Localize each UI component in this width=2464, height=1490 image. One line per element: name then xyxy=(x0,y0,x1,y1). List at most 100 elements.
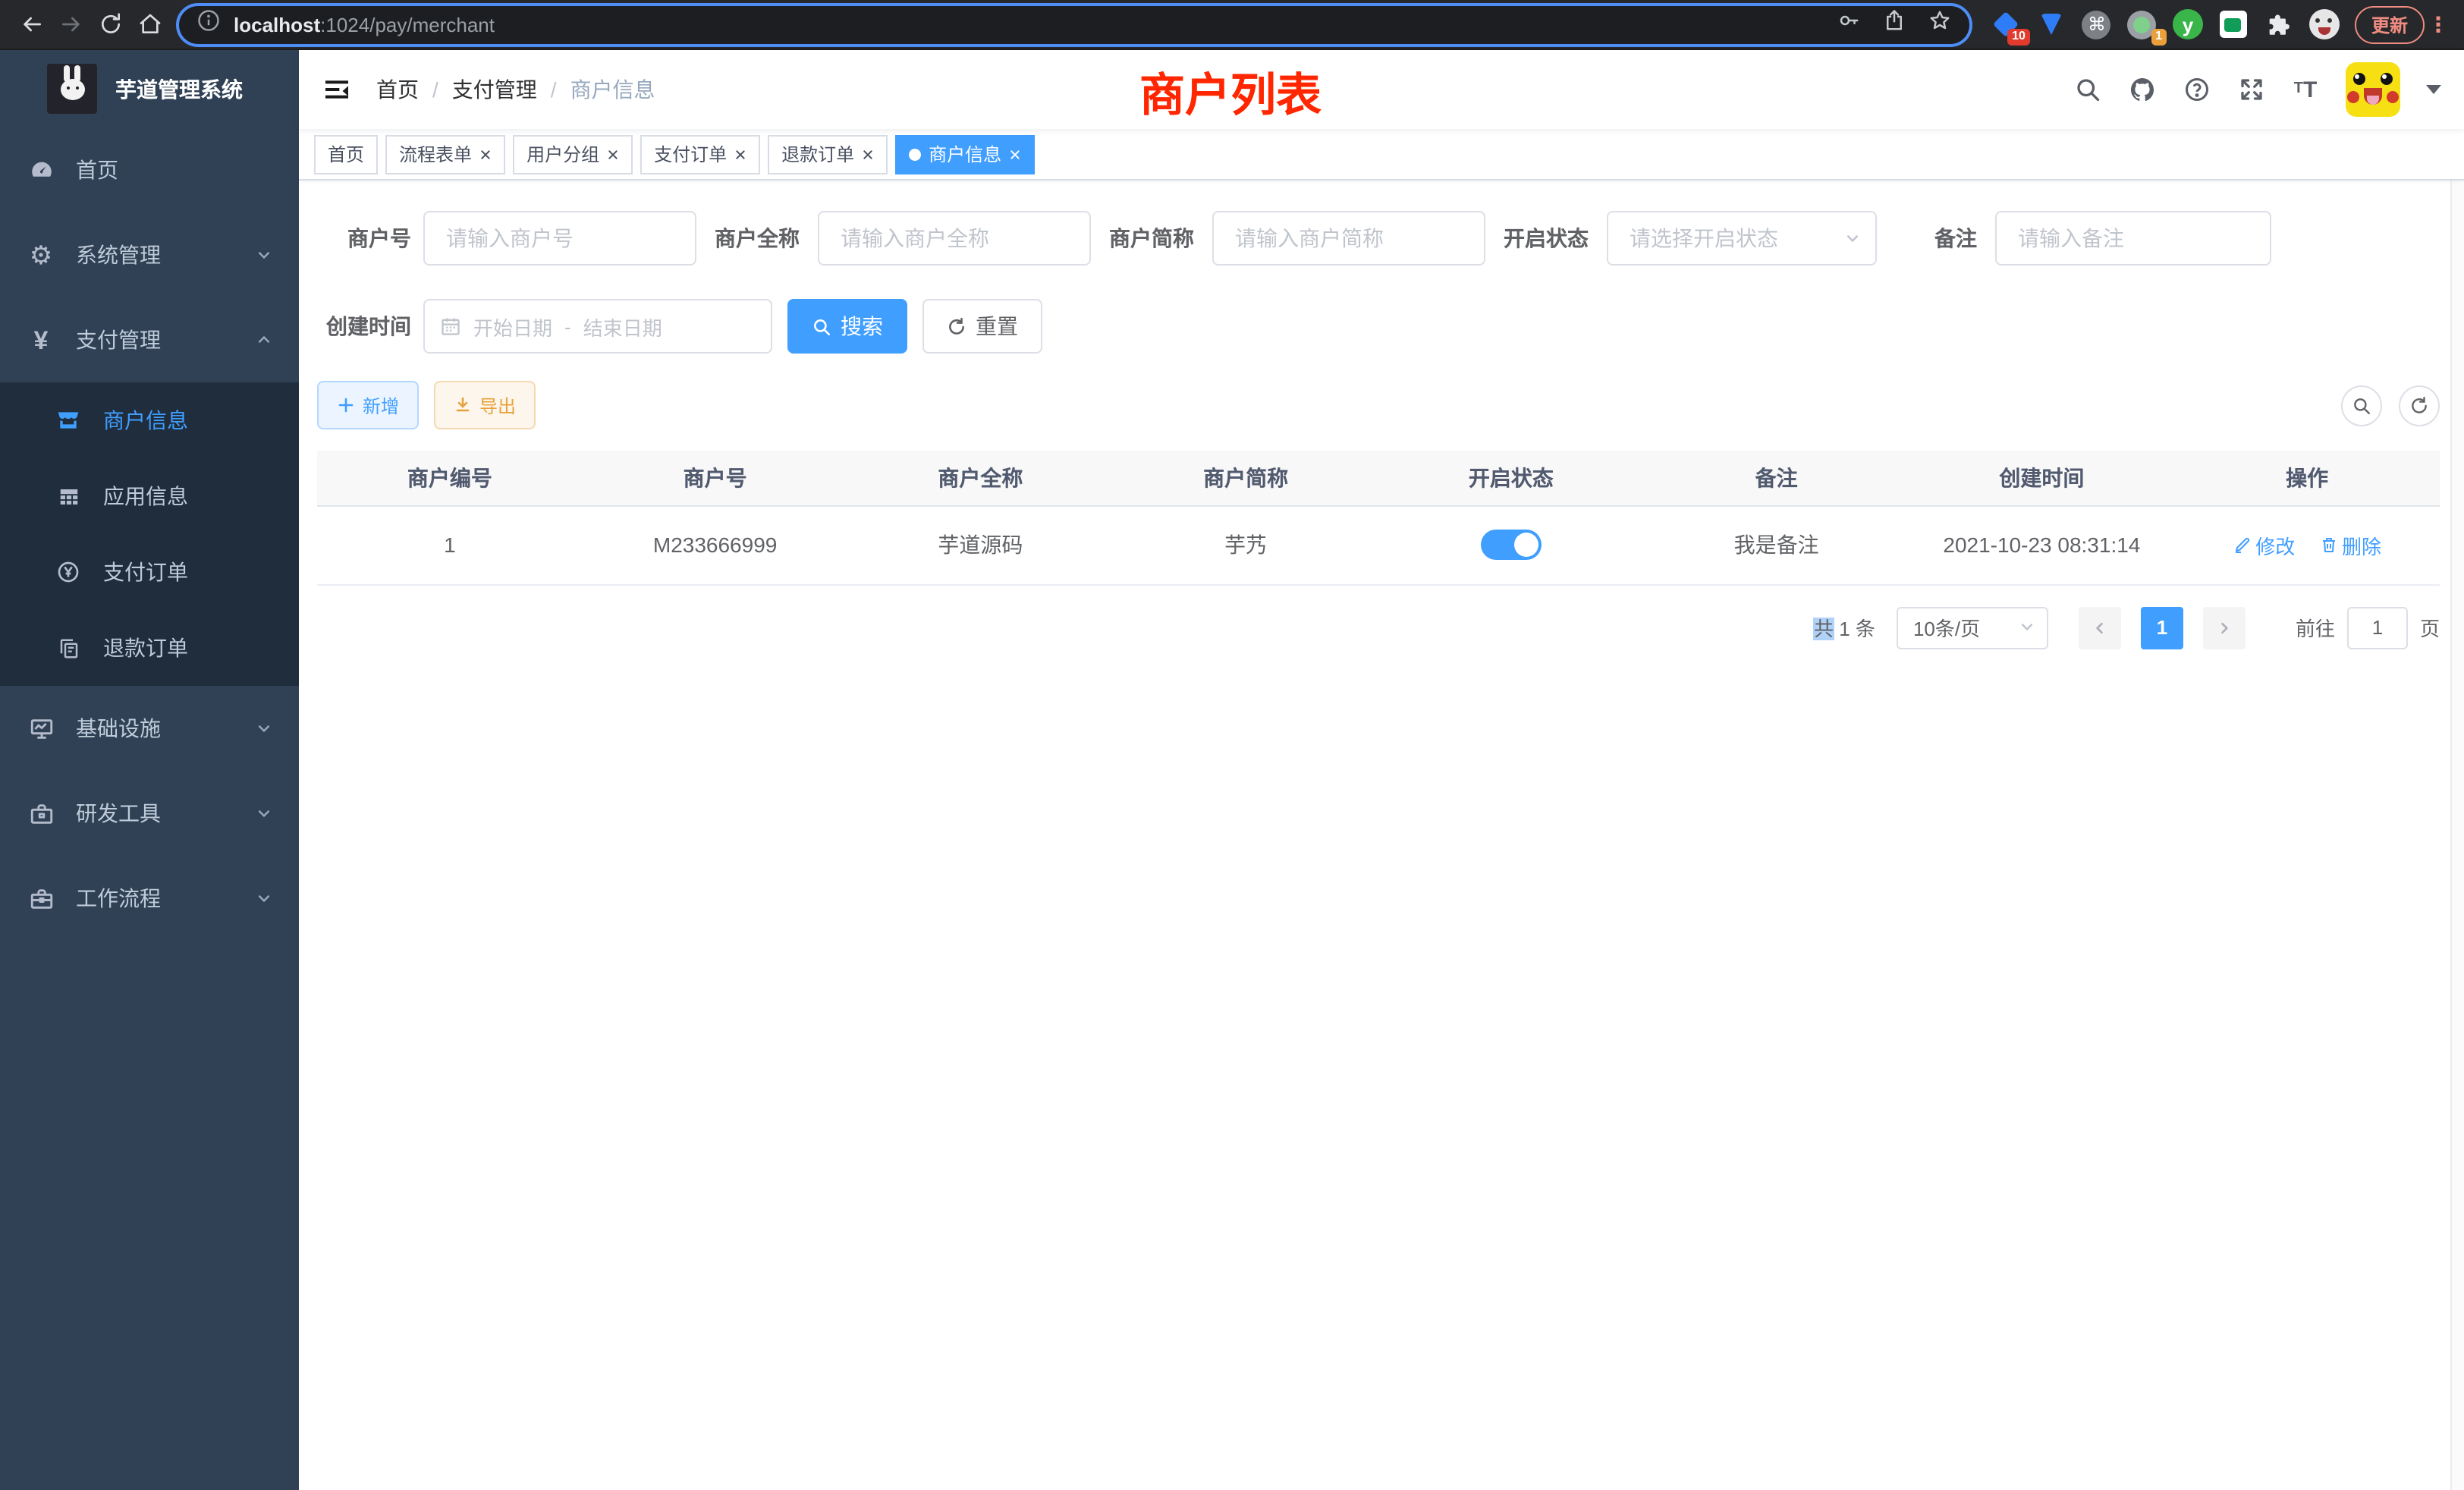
logo-avatar xyxy=(47,64,97,114)
breadcrumb-item-payment[interactable]: 支付管理 xyxy=(452,74,537,105)
close-icon[interactable] xyxy=(479,148,492,160)
prev-page-button[interactable] xyxy=(2079,606,2121,649)
bookmark-star-icon[interactable] xyxy=(1928,9,1951,39)
extensions-puzzle-icon[interactable] xyxy=(2264,9,2294,39)
recorder-extension-icon[interactable]: 1 xyxy=(2127,9,2158,39)
url-text: localhost:1024/pay/merchant xyxy=(234,13,495,36)
password-key-icon[interactable] xyxy=(1837,9,1860,39)
command-extension-icon[interactable]: ⌘ xyxy=(2082,9,2112,39)
sidebar-item-label: 研发工具 xyxy=(76,798,161,828)
browser-forward-button[interactable] xyxy=(52,5,91,44)
sidebar-item-dev-tools[interactable]: 研发工具 xyxy=(0,771,299,856)
chat-extension-icon[interactable] xyxy=(2218,9,2249,39)
status-toggle[interactable] xyxy=(1481,530,1542,560)
tab-label: 退款订单 xyxy=(781,141,854,167)
short-name-input[interactable] xyxy=(1212,211,1485,266)
url-path: :1024/pay/merchant xyxy=(320,13,495,36)
github-icon[interactable] xyxy=(2127,75,2156,104)
address-bar[interactable]: localhost:1024/pay/merchant xyxy=(179,5,1969,43)
toolbox-icon xyxy=(27,800,55,827)
pagination-total-text: 1 条 xyxy=(1839,618,1875,640)
export-button[interactable]: 导出 xyxy=(434,381,536,429)
red-annotation-text: 商户列表 xyxy=(1139,58,1322,124)
fullscreen-icon[interactable] xyxy=(2236,75,2265,104)
edit-link[interactable]: 修改 xyxy=(2233,530,2295,559)
tab-refund-orders[interactable]: 退款订单 xyxy=(768,134,888,174)
search-button[interactable]: 搜索 xyxy=(787,299,907,354)
close-icon[interactable] xyxy=(862,148,874,160)
remark-input[interactable] xyxy=(1995,211,2271,266)
app-logo[interactable]: 芋道管理系统 xyxy=(0,50,299,123)
merchant-no-input[interactable] xyxy=(423,211,696,266)
help-icon[interactable] xyxy=(2182,75,2211,104)
cell-remark: 我是备注 xyxy=(1644,505,1909,584)
tab-label: 商户信息 xyxy=(929,141,1001,167)
font-size-icon[interactable]: TT xyxy=(2291,75,2320,104)
browser-update-button[interactable]: 更新 xyxy=(2355,5,2425,43)
browser-back-button[interactable] xyxy=(12,5,52,44)
next-page-button[interactable] xyxy=(2203,606,2246,649)
close-icon[interactable] xyxy=(1009,148,1021,160)
calendar-icon xyxy=(440,316,461,337)
tab-user-group[interactable]: 用户分组 xyxy=(513,134,633,174)
current-page-button[interactable]: 1 xyxy=(2141,606,2183,649)
tab-home[interactable]: 首页 xyxy=(314,134,378,174)
site-info-icon[interactable] xyxy=(197,9,220,39)
show-search-button[interactable] xyxy=(2341,385,2382,426)
sidebar-item-system[interactable]: ⚙ 系统管理 xyxy=(0,212,299,297)
gem-extension-icon[interactable] xyxy=(2036,9,2066,39)
profile-avatar-icon[interactable] xyxy=(2309,9,2340,39)
sidebar-item-home[interactable]: 首页 xyxy=(0,127,299,212)
tab-merchant-info[interactable]: 商户信息 xyxy=(895,134,1035,174)
full-name-label: 商户全称 xyxy=(696,223,818,253)
breadcrumb-item-merchant-info: 商户信息 xyxy=(570,74,655,105)
page-size-select[interactable]: 10条/页 xyxy=(1897,606,2048,649)
chevron-down-icon xyxy=(256,243,272,267)
breadcrumb-separator: / xyxy=(432,77,438,102)
browser-home-button[interactable] xyxy=(130,5,170,44)
add-button[interactable]: 新增 xyxy=(317,381,419,429)
sidebar-item-payment[interactable]: ¥ 支付管理 xyxy=(0,297,299,382)
sidebar-item-app-info[interactable]: 应用信息 xyxy=(0,458,299,534)
column-short-name: 商户简称 xyxy=(1113,451,1378,505)
briefcase-icon xyxy=(27,885,55,912)
refresh-button[interactable] xyxy=(2399,385,2440,426)
sidebar-item-infrastructure[interactable]: 基础设施 xyxy=(0,686,299,771)
payment-submenu: 商户信息 应用信息 支付订单 xyxy=(0,382,299,686)
create-time-range-input[interactable]: 开始日期 - 结束日期 xyxy=(423,299,772,354)
sidebar-menu: 首页 ⚙ 系统管理 ¥ 支付管理 xyxy=(0,127,299,941)
table-row: 1 M233666999 芋道源码 芋艿 我是备注 2021-10-23 08:… xyxy=(317,505,2440,584)
browser-refresh-button[interactable] xyxy=(91,5,130,44)
close-icon[interactable] xyxy=(734,148,746,160)
reset-button[interactable]: 重置 xyxy=(922,299,1042,354)
browser-menu-icon[interactable]: ⋮ xyxy=(2425,11,2452,37)
search-icon[interactable] xyxy=(2073,75,2101,104)
sidebar-toggle-icon[interactable] xyxy=(322,74,352,105)
jump-suffix-label: 页 xyxy=(2420,613,2440,642)
pagination: 共 1 条 10条/页 1 前往 页 xyxy=(317,606,2440,649)
tab-pay-orders[interactable]: 支付订单 xyxy=(640,134,760,174)
sidebar-item-label: 工作流程 xyxy=(76,883,161,913)
sidebar-item-pay-orders[interactable]: 支付订单 xyxy=(0,534,299,610)
user-avatar[interactable] xyxy=(2346,62,2400,117)
sidebar-item-merchant-info[interactable]: 商户信息 xyxy=(0,382,299,458)
delete-link[interactable]: 删除 xyxy=(2319,530,2381,559)
avatar-dropdown-icon[interactable] xyxy=(2426,85,2441,94)
breadcrumb-item-home[interactable]: 首页 xyxy=(376,74,419,105)
jump-page-input[interactable] xyxy=(2347,606,2408,649)
sidebar-item-refund-orders[interactable]: 退款订单 xyxy=(0,610,299,686)
add-button-label: 新增 xyxy=(363,392,399,418)
tab-process-form[interactable]: 流程表单 xyxy=(385,134,505,174)
diamond-extension-icon[interactable]: 10 xyxy=(1991,9,2021,39)
yuque-extension-icon[interactable]: y xyxy=(2173,9,2203,39)
status-select[interactable]: 请选择开启状态 xyxy=(1607,211,1877,266)
filter-form-row-2: 创建时间 开始日期 - 结束日期 搜索 xyxy=(317,299,2440,354)
sidebar-item-label: 支付订单 xyxy=(103,557,188,587)
sidebar-item-workflow[interactable]: 工作流程 xyxy=(0,856,299,941)
share-icon[interactable] xyxy=(1883,9,1906,39)
browser-scrollbar[interactable] xyxy=(2450,50,2464,1490)
full-name-input[interactable] xyxy=(818,211,1091,266)
close-icon[interactable] xyxy=(607,148,619,160)
top-navbar: 首页 / 支付管理 / 商户信息 xyxy=(299,50,2464,129)
status-select-placeholder: 请选择开启状态 xyxy=(1630,223,1778,253)
